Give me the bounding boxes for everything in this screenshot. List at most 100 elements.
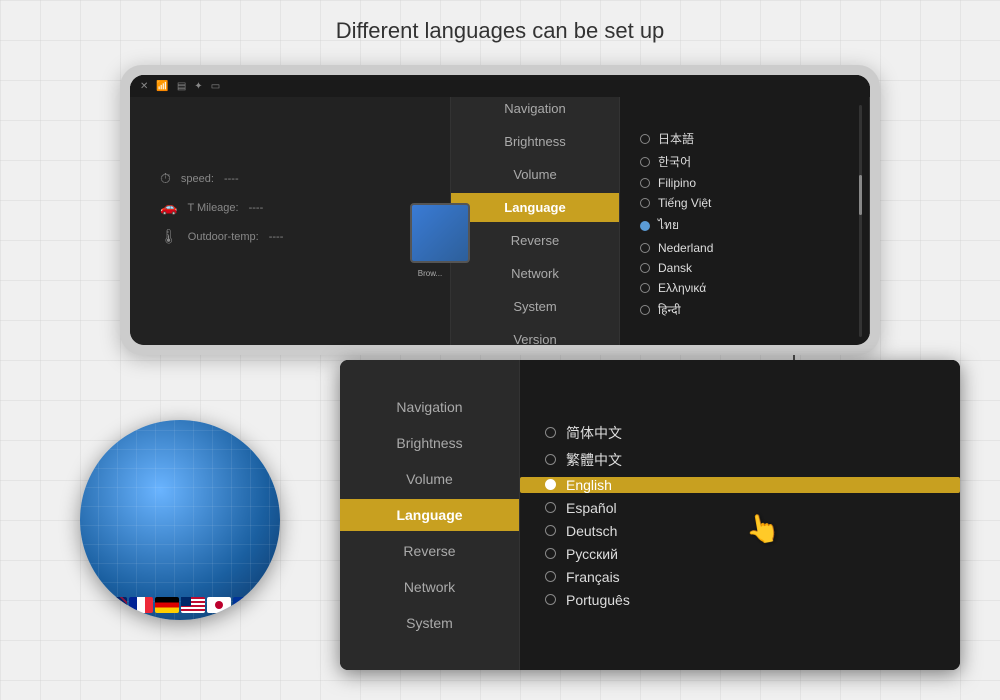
scroll-thumb-top	[859, 175, 862, 215]
device-top: ✕ 📶 ▤ ✦ ▭ ⏱ speed: ---- 🚗 T Mileage: ---…	[120, 65, 880, 355]
device-screen: ✕ 📶 ▤ ✦ ▭ ⏱ speed: ---- 🚗 T Mileage: ---…	[130, 75, 870, 345]
lang-radio-top-2	[640, 178, 650, 188]
menu-item-top-brightness[interactable]: Brightness	[451, 127, 619, 156]
mileage-row: 🚗 T Mileage: ----	[160, 199, 450, 216]
menu-item-bottom-reverse[interactable]: Reverse	[340, 535, 519, 567]
close-icon: ✕	[140, 81, 148, 92]
menu-item-top-version[interactable]: Version	[451, 325, 619, 345]
menu-item-bottom-volume[interactable]: Volume	[340, 463, 519, 495]
lang-item-top-5[interactable]: Nederland	[640, 241, 869, 255]
menu-item-top-language[interactable]: Language	[451, 193, 619, 222]
flag-canada	[80, 597, 101, 613]
lang-item-bottom-0[interactable]: 简体中文	[545, 423, 960, 443]
lang-label-top-2: Filipino	[658, 176, 696, 190]
temp-label: Outdoor-temp:	[188, 231, 259, 243]
flag-eu	[233, 597, 257, 613]
lang-label-top-6: Dansk	[658, 261, 692, 275]
lang-radio-top-8	[640, 305, 650, 315]
speed-label: speed:	[181, 173, 214, 185]
lang-radio-bottom-3	[545, 502, 556, 513]
lang-radio-top-1	[640, 157, 650, 167]
temp-value: ----	[269, 231, 284, 243]
car-icon: 🚗	[160, 199, 177, 216]
lang-radio-top-5	[640, 243, 650, 253]
lang-item-top-0[interactable]: 日本語	[640, 130, 869, 147]
status-bar: ✕ 📶 ▤ ✦ ▭	[130, 75, 870, 97]
menu-item-bottom-language[interactable]: Language	[340, 499, 519, 531]
speed-row: ⏱ speed: ----	[160, 170, 450, 187]
speed-icon: ⏱	[160, 170, 171, 187]
lang-radio-top-6	[640, 263, 650, 273]
settings-menu-bottom[interactable]: Navigation Brightness Volume Language Revers…	[340, 360, 520, 670]
flag-usa	[181, 597, 205, 613]
flag-uk	[103, 597, 127, 613]
lang-label-top-7: Ελληνικά	[658, 281, 706, 295]
signal-icon: ▤	[177, 81, 186, 92]
menu-item-bottom-navigation[interactable]: Navigation	[340, 391, 519, 423]
lang-item-bottom-2[interactable]: English	[520, 477, 960, 493]
speed-value: ----	[224, 173, 239, 185]
temp-icon: 🌡	[160, 228, 178, 245]
flag-germany	[155, 597, 179, 613]
bottom-panel: Navigation Brightness Volume Language Revers…	[340, 360, 960, 670]
lang-radio-bottom-2	[545, 479, 556, 490]
lang-item-top-8[interactable]: हिन्दी	[640, 301, 869, 318]
lang-item-top-1[interactable]: 한국어	[640, 153, 869, 170]
bluetooth-icon: ✦	[194, 81, 202, 92]
lang-radio-top-0	[640, 134, 650, 144]
lang-item-top-6[interactable]: Dansk	[640, 261, 869, 275]
lang-item-bottom-5[interactable]: Русский	[545, 546, 960, 562]
lang-item-bottom-6[interactable]: Français	[545, 569, 960, 585]
lang-label-top-5: Nederland	[658, 241, 713, 255]
lang-radio-bottom-0	[545, 427, 556, 438]
lang-item-top-2[interactable]: Filipino	[640, 176, 869, 190]
scrollbar-top	[859, 105, 862, 337]
lang-radio-bottom-1	[545, 454, 556, 465]
menu-item-top-volume[interactable]: Volume	[451, 160, 619, 189]
lang-item-top-3[interactable]: Tiếng Việt	[640, 196, 869, 210]
flag-japan	[207, 597, 231, 613]
menu-item-top-system[interactable]: System	[451, 292, 619, 321]
lang-item-top-7[interactable]: Ελληνικά	[640, 281, 869, 295]
menu-item-bottom-brightness[interactable]: Brightness	[340, 427, 519, 459]
lang-label-bottom-4: Deutsch	[566, 523, 617, 539]
temp-row: 🌡 Outdoor-temp: ----	[160, 228, 450, 245]
lang-item-top-4[interactable]: ไทย	[640, 216, 869, 235]
lang-label-top-8: हिन्दी	[658, 301, 681, 318]
mileage-value: ----	[249, 202, 264, 214]
menu-item-top-reverse[interactable]: Reverse	[451, 226, 619, 255]
lang-label-top-1: 한국어	[658, 153, 691, 170]
lang-radio-bottom-7	[545, 594, 556, 605]
language-list-top: 日本語 한국어 Filipino Tiếng Việt ไทย Nederland Dans…	[620, 75, 870, 345]
wifi-icon: 📶	[156, 81, 168, 92]
lang-radio-bottom-5	[545, 548, 556, 559]
map-thumbnail	[410, 203, 470, 263]
flag-strip	[80, 580, 280, 620]
lang-radio-bottom-4	[545, 525, 556, 536]
lang-label-bottom-1: 繁體中文	[566, 450, 622, 470]
language-list-bottom: 简体中文繁體中文EnglishEspañolDeutschРусскийFran…	[520, 360, 960, 670]
menu-item-top-network[interactable]: Network	[451, 259, 619, 288]
menu-item-bottom-system[interactable]: System	[340, 607, 519, 639]
settings-menu-top[interactable]: Navigation Brightness Volume Language Revers…	[450, 75, 620, 345]
lang-label-bottom-6: Français	[566, 569, 620, 585]
lang-item-bottom-7[interactable]: Português	[545, 592, 960, 608]
globe-container	[80, 420, 300, 660]
mileage-label: T Mileage:	[187, 202, 238, 214]
battery-icon: ▭	[211, 81, 220, 92]
flag-italy	[259, 597, 280, 613]
lang-radio-bottom-6	[545, 571, 556, 582]
info-panel: ⏱ speed: ---- 🚗 T Mileage: ---- 🌡 Outdoo…	[130, 75, 450, 345]
lang-label-bottom-7: Português	[566, 592, 630, 608]
lang-item-bottom-1[interactable]: 繁體中文	[545, 450, 960, 470]
flag-france	[129, 597, 153, 613]
lang-label-bottom-5: Русский	[566, 546, 618, 562]
lang-label-top-0: 日本語	[658, 130, 694, 147]
cursor-icon: 👆	[743, 509, 783, 548]
map-label: Brow...	[410, 269, 450, 278]
page-title: Different languages can be set up	[0, 18, 1000, 44]
lang-radio-top-3	[640, 198, 650, 208]
menu-item-bottom-network[interactable]: Network	[340, 571, 519, 603]
globe	[80, 420, 280, 620]
menu-item-top-navigation[interactable]: Navigation	[451, 94, 619, 123]
